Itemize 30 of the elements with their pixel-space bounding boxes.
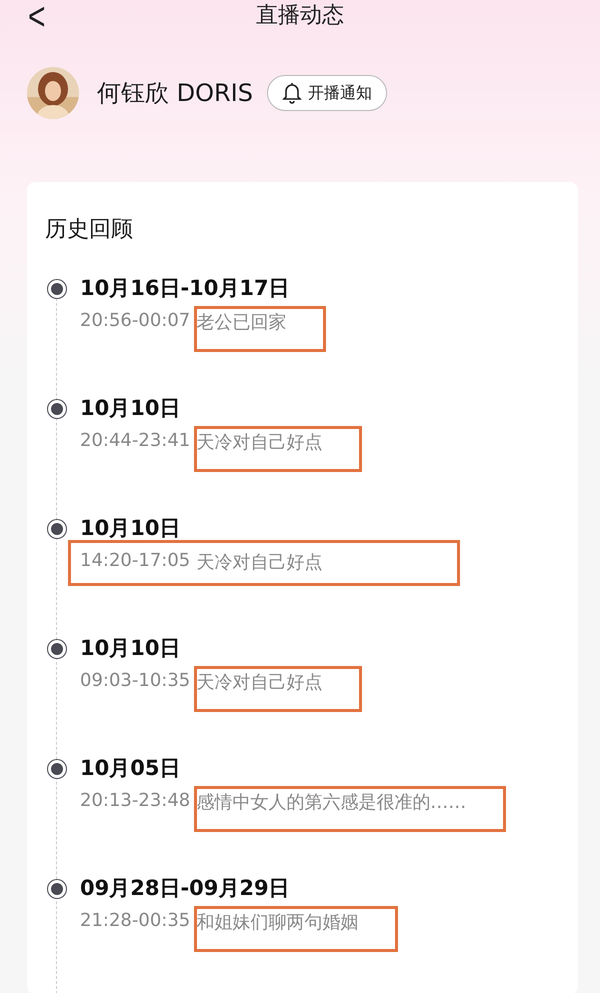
stream-time: 20:13-23:48 — [80, 790, 190, 813]
stream-date: 10月16日-10月17日 — [80, 275, 291, 302]
stream-title: 和姐妹们聊两句婚姻 — [196, 910, 358, 934]
stream-title: 感情中女人的第六感是很准的…… — [196, 790, 466, 814]
stream-time: 20:44-23:41 — [80, 430, 190, 453]
page-title: 直播动态 — [256, 2, 344, 30]
stream-date: 10月10日 — [80, 395, 182, 422]
timeline-dot-icon — [48, 880, 66, 898]
stream-date: 10月10日 — [80, 635, 182, 662]
stream-time: 09:03-10:35 — [80, 670, 190, 693]
stream-time: 14:20-17:05 — [80, 550, 190, 573]
stream-time: 20:56-00:07 — [80, 310, 190, 333]
timeline-dot-icon — [48, 280, 66, 298]
section-heading: 历史回顾 — [45, 216, 134, 244]
timeline-dot-icon — [48, 520, 66, 538]
stream-date: 10月05日 — [80, 755, 182, 782]
stream-date: 09月28日-09月29日 — [80, 875, 291, 902]
stream-time: 21:28-00:35 — [80, 910, 190, 933]
timeline-dot-icon — [48, 640, 66, 658]
stream-title: 天冷对自己好点 — [196, 430, 322, 454]
timeline-dot-icon — [48, 400, 66, 418]
timeline-dot-icon — [48, 760, 66, 778]
notify-button[interactable]: 开播通知 — [267, 75, 387, 111]
stream-title: 天冷对自己好点 — [196, 551, 322, 574]
bell-icon — [282, 82, 302, 104]
streamer-name: 何钰欣 DORIS — [97, 78, 253, 109]
back-button[interactable]: < — [22, 0, 52, 42]
stream-title: 老公已回家 — [196, 310, 286, 334]
stream-date: 10月10日 — [80, 515, 182, 542]
stream-title: 天冷对自己好点 — [196, 670, 322, 694]
